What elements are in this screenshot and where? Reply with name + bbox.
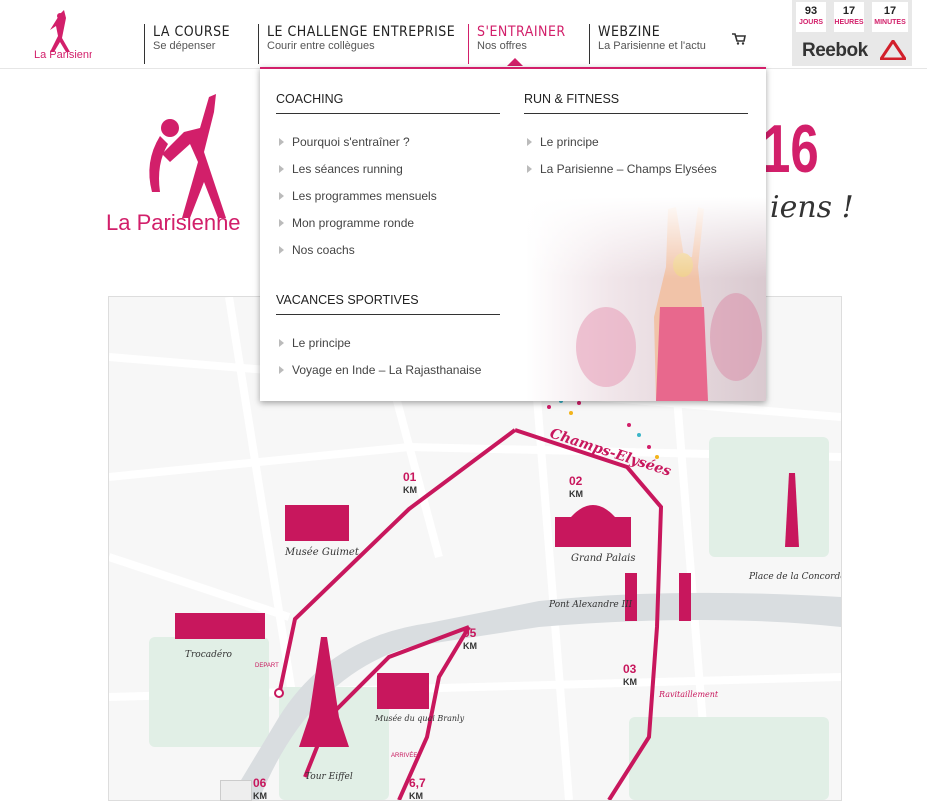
coaching-item-programmes[interactable]: Les programmes mensuels [276,187,500,214]
km-marker-02: 02 [569,474,583,488]
countdown-hours-value: 17 [842,5,856,17]
vacances-list: Le principe Voyage en Inde – La Rajastha… [276,334,506,388]
hero-logo-text: La Parisienne [106,210,241,235]
hero-tagline: iens ! [770,190,854,225]
countdown-days: 93 JOURS [796,2,826,32]
site-logo[interactable]: La Parisienne [30,8,92,60]
coaching-item-seances[interactable]: Les séances running [276,160,500,187]
km-unit-05: KM [463,641,477,651]
dropdown-heading-vacances: VACANCES SPORTIVES [276,293,500,315]
dropdown-caret [507,58,523,66]
km-marker-05: 05 [463,626,477,640]
nav-challenge-entreprise[interactable]: LE CHALLENGE ENTREPRISE Courir entre col… [258,24,455,64]
km-marker-03: 03 [623,662,637,676]
s-entrainer-dropdown: COACHING Pourquoi s'entraîner ? Les séan… [260,67,766,401]
nav-s-entrainer-sub: Nos offres [477,40,527,52]
nav-la-course-sub: Se dépenser [153,40,216,52]
label-arrivee: ARRIVÉE [391,752,417,759]
countdown-hours: 17 HEURES [834,2,864,32]
countdown-hours-label: HEURES [834,19,864,26]
hero-year: 16 [762,111,819,187]
nav-la-course[interactable]: LA COURSE Se dépenser [144,24,230,64]
nav-s-entrainer-title: S'ENTRAINER [477,24,566,40]
label-branly: Musée du quai Branly [374,714,465,723]
countdown-minutes-value: 17 [883,5,897,17]
countdown-minutes: 17 MINUTES [872,2,908,32]
coaching-item-pourquoi[interactable]: Pourquoi s'entraîner ? [276,133,500,160]
dropdown-heading-run-fitness: RUN & FITNESS [524,92,748,114]
run-fitness-list: Le principe La Parisienne – Champs Elysé… [524,133,754,187]
run-fitness-item-principe[interactable]: Le principe [524,133,754,160]
nav-challenge-sub: Courir entre collègues [267,40,375,52]
coaching-list: Pourquoi s'entraîner ? Les séances runni… [276,133,500,268]
label-grand-palais: Grand Palais [571,553,635,564]
nav-webzine[interactable]: WEBZINE La Parisienne et l'actu [589,24,706,64]
km-unit-02: KM [569,489,583,499]
cart-icon[interactable] [732,33,746,45]
run-fitness-item-champs[interactable]: La Parisienne – Champs Elysées [524,160,754,187]
countdown-days-label: JOURS [798,19,824,26]
nav-challenge-title: LE CHALLENGE ENTREPRISE [267,24,456,40]
la-parisienne-logo: La Parisienne [106,94,241,235]
fitness-photo [526,197,766,401]
label-concorde: Place de la Concorde [748,572,841,582]
km-marker-6-7: 6,7 [409,776,426,790]
header-bar: La Parisienne LA COURSE Se dépenser LE C… [0,0,927,69]
coaching-item-coachs[interactable]: Nos coachs [276,241,500,268]
dropdown-heading-coaching: COACHING [276,92,500,114]
countdown-minutes-label: MINUTES [874,19,906,26]
site-logo-text: La Parisienne [34,49,92,60]
label-trocadero: Trocadéro [185,649,233,660]
nav-webzine-sub: La Parisienne et l'actu [598,40,706,52]
label-tour-eiffel: Tour Eiffel [305,772,353,782]
nav-la-course-title: LA COURSE [153,24,231,40]
reebok-delta-icon [880,40,906,60]
horizontal-scrollbar[interactable] [220,780,252,801]
km-unit-01: KM [403,485,417,495]
countdown-widget: 93 JOURS 17 HEURES 17 MINUTES Reebok [792,0,912,66]
km-marker-01: 01 [403,470,417,484]
vacances-item-principe[interactable]: Le principe [276,334,506,361]
vacances-item-inde[interactable]: Voyage en Inde – La Rajasthanaise [276,361,506,388]
coaching-item-ronde[interactable]: Mon programme ronde [276,214,500,241]
label-depart: DEPART [255,663,279,669]
label-pont-alexandre: Pont Alexandre III [548,600,633,610]
countdown-days-value: 93 [804,5,818,17]
km-marker-06: 06 [253,776,267,790]
nav-webzine-title: WEBZINE [598,24,661,40]
label-ravitaillement: Ravitaillement [658,690,719,699]
reebok-logo-text[interactable]: Reebok [802,40,868,62]
label-musee-guimet: Musée Guimet [284,547,360,558]
km-unit-03: KM [623,677,637,687]
